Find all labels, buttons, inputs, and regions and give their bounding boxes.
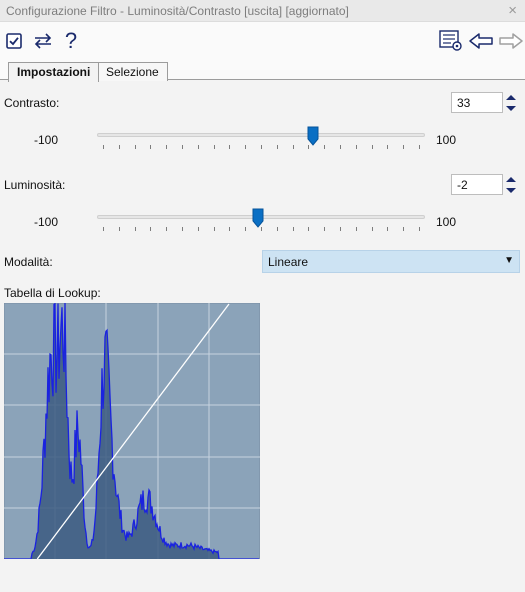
slider-tick xyxy=(324,145,325,149)
luminosita-slider[interactable] xyxy=(97,208,425,238)
slider-tick xyxy=(403,145,404,149)
modalita-selected: Lineare xyxy=(268,255,309,269)
tab-selezione[interactable]: Selezione xyxy=(97,62,168,81)
swap-arrows-icon[interactable] xyxy=(31,22,55,60)
tab-impostazioni[interactable]: Impostazioni xyxy=(8,62,100,82)
slider-tick xyxy=(340,227,341,231)
contrasto-max-label: 100 xyxy=(436,133,457,147)
checkbox-checked-icon[interactable] xyxy=(4,22,24,60)
slider-thumb[interactable] xyxy=(252,208,264,228)
slider-tick xyxy=(198,145,199,149)
luminosita-label: Luminosità: xyxy=(4,178,66,192)
slider-tick xyxy=(387,145,388,149)
close-button[interactable]: × xyxy=(508,1,517,21)
contrasto-min-label: -100 xyxy=(34,133,59,147)
slider-tick xyxy=(182,227,183,231)
luminosita-input[interactable] xyxy=(451,174,503,195)
slider-tick xyxy=(245,145,246,149)
slider-tick xyxy=(277,145,278,149)
spin-down-icon[interactable] xyxy=(503,185,519,196)
slider-tick xyxy=(245,227,246,231)
slider-tick xyxy=(166,227,167,231)
slider-tick xyxy=(356,227,357,231)
slider-tick xyxy=(340,145,341,149)
spin-down-icon[interactable] xyxy=(503,103,519,114)
slider-tick xyxy=(261,145,262,149)
slider-tick xyxy=(387,227,388,231)
slider-track xyxy=(97,133,425,137)
slider-tick xyxy=(372,227,373,231)
lookup-table-graph xyxy=(3,302,261,560)
slider-tick xyxy=(372,145,373,149)
slider-tick xyxy=(419,145,420,149)
slider-tick xyxy=(214,227,215,231)
title-bar: Configurazione Filtro - Luminosità/Contr… xyxy=(0,0,525,22)
slider-ticks xyxy=(97,145,425,150)
arrow-left-icon[interactable] xyxy=(467,22,495,60)
contrasto-spinner[interactable] xyxy=(503,92,519,114)
luminosita-max-label: 100 xyxy=(436,215,457,229)
slider-tick xyxy=(356,145,357,149)
contrasto-input[interactable] xyxy=(451,92,503,113)
slider-tick xyxy=(214,145,215,149)
slider-tick xyxy=(293,145,294,149)
slider-tick xyxy=(403,227,404,231)
contrasto-label: Contrasto: xyxy=(4,96,60,110)
slider-tick xyxy=(419,227,420,231)
slider-tick xyxy=(229,227,230,231)
luminosita-min-label: -100 xyxy=(34,215,59,229)
toolbar: ? xyxy=(0,22,525,60)
slider-tick xyxy=(229,145,230,149)
luminosita-spinner[interactable] xyxy=(503,174,519,196)
slider-tick xyxy=(135,145,136,149)
help-icon[interactable]: ? xyxy=(62,22,80,60)
slider-tick xyxy=(119,227,120,231)
slider-tick xyxy=(119,145,120,149)
slider-tick xyxy=(324,227,325,231)
slider-tick xyxy=(135,227,136,231)
settings-list-icon[interactable] xyxy=(438,22,464,60)
window-title: Configurazione Filtro - Luminosità/Contr… xyxy=(6,4,349,18)
slider-tick xyxy=(182,145,183,149)
chevron-down-icon: ▼ xyxy=(504,255,514,266)
slider-tick xyxy=(103,145,104,149)
arrow-right-icon[interactable] xyxy=(497,22,525,60)
tab-strip: Impostazioni Selezione xyxy=(0,60,525,82)
contrasto-slider[interactable] xyxy=(97,126,425,156)
lookup-label: Tabella di Lookup: xyxy=(4,286,101,300)
slider-tick xyxy=(150,227,151,231)
spin-up-icon[interactable] xyxy=(503,174,519,185)
modalita-label: Modalità: xyxy=(4,255,53,269)
histogram-plot xyxy=(3,302,261,560)
slider-tick xyxy=(308,227,309,231)
slider-tick xyxy=(103,227,104,231)
slider-tick xyxy=(150,145,151,149)
modalita-dropdown[interactable]: Lineare ▼ xyxy=(262,250,520,273)
spin-up-icon[interactable] xyxy=(503,92,519,103)
slider-tick xyxy=(277,227,278,231)
slider-thumb[interactable] xyxy=(307,126,319,146)
slider-tick xyxy=(198,227,199,231)
slider-tick xyxy=(293,227,294,231)
slider-tick xyxy=(166,145,167,149)
